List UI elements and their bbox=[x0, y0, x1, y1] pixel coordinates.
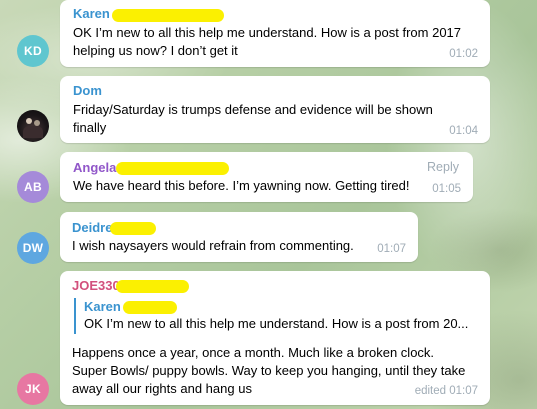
sender-name[interactable]: Karen bbox=[73, 6, 110, 21]
avatar[interactable]: KD bbox=[17, 35, 49, 67]
redacted-name-mark bbox=[112, 9, 224, 22]
avatar-initials: JK bbox=[25, 382, 41, 396]
sender-name[interactable]: Dom bbox=[73, 83, 102, 98]
user-photo-icon[interactable] bbox=[17, 110, 49, 142]
avatar-initials: KD bbox=[24, 44, 42, 58]
message-bubble[interactable]: Dom Friday/Saturday is trumps defense an… bbox=[60, 76, 490, 143]
message-bubble[interactable]: Karen OK I’m new to all this help me und… bbox=[60, 0, 490, 67]
quote-text: OK I’m new to all this help me understan… bbox=[84, 316, 469, 331]
message-time: 01:02 bbox=[449, 48, 478, 60]
sender-name[interactable]: JOE330 bbox=[72, 278, 120, 293]
message-text: Happens once a year, once a month. Much … bbox=[72, 345, 466, 396]
sender-name[interactable]: Angela bbox=[73, 160, 116, 175]
message-time: 01:07 bbox=[377, 243, 406, 255]
avatar[interactable]: JK bbox=[17, 373, 49, 405]
message-time: edited 01:07 bbox=[414, 385, 478, 397]
message-text: OK I’m new to all this help me understan… bbox=[73, 25, 462, 58]
redacted-name-mark bbox=[116, 162, 229, 175]
redacted-name-mark bbox=[110, 222, 156, 235]
message-time: 01:05 bbox=[432, 183, 461, 195]
message-time: 01:04 bbox=[449, 125, 478, 137]
message-text: I wish naysayers would refrain from comm… bbox=[72, 238, 354, 253]
message-bubble[interactable]: Angela Reply We have heard this before. … bbox=[60, 152, 473, 202]
message-text: We have heard this before. I’m yawning n… bbox=[73, 178, 410, 193]
redacted-name-mark bbox=[116, 280, 189, 293]
redacted-name-mark bbox=[123, 301, 177, 314]
reply-button[interactable]: Reply bbox=[427, 160, 459, 174]
avatar[interactable]: DW bbox=[17, 232, 49, 264]
message-bubble[interactable]: Deidre I wish naysayers would refrain fr… bbox=[60, 212, 418, 262]
avatar[interactable]: AB bbox=[17, 171, 49, 203]
avatar-initials: AB bbox=[24, 180, 42, 194]
message-text: Friday/Saturday is trumps defense and ev… bbox=[73, 102, 433, 135]
avatar-initials: DW bbox=[22, 241, 44, 255]
message-bubble[interactable]: JOE330 Karen OK I’m new to all this help… bbox=[60, 271, 490, 405]
sender-name[interactable]: Deidre bbox=[72, 220, 112, 235]
